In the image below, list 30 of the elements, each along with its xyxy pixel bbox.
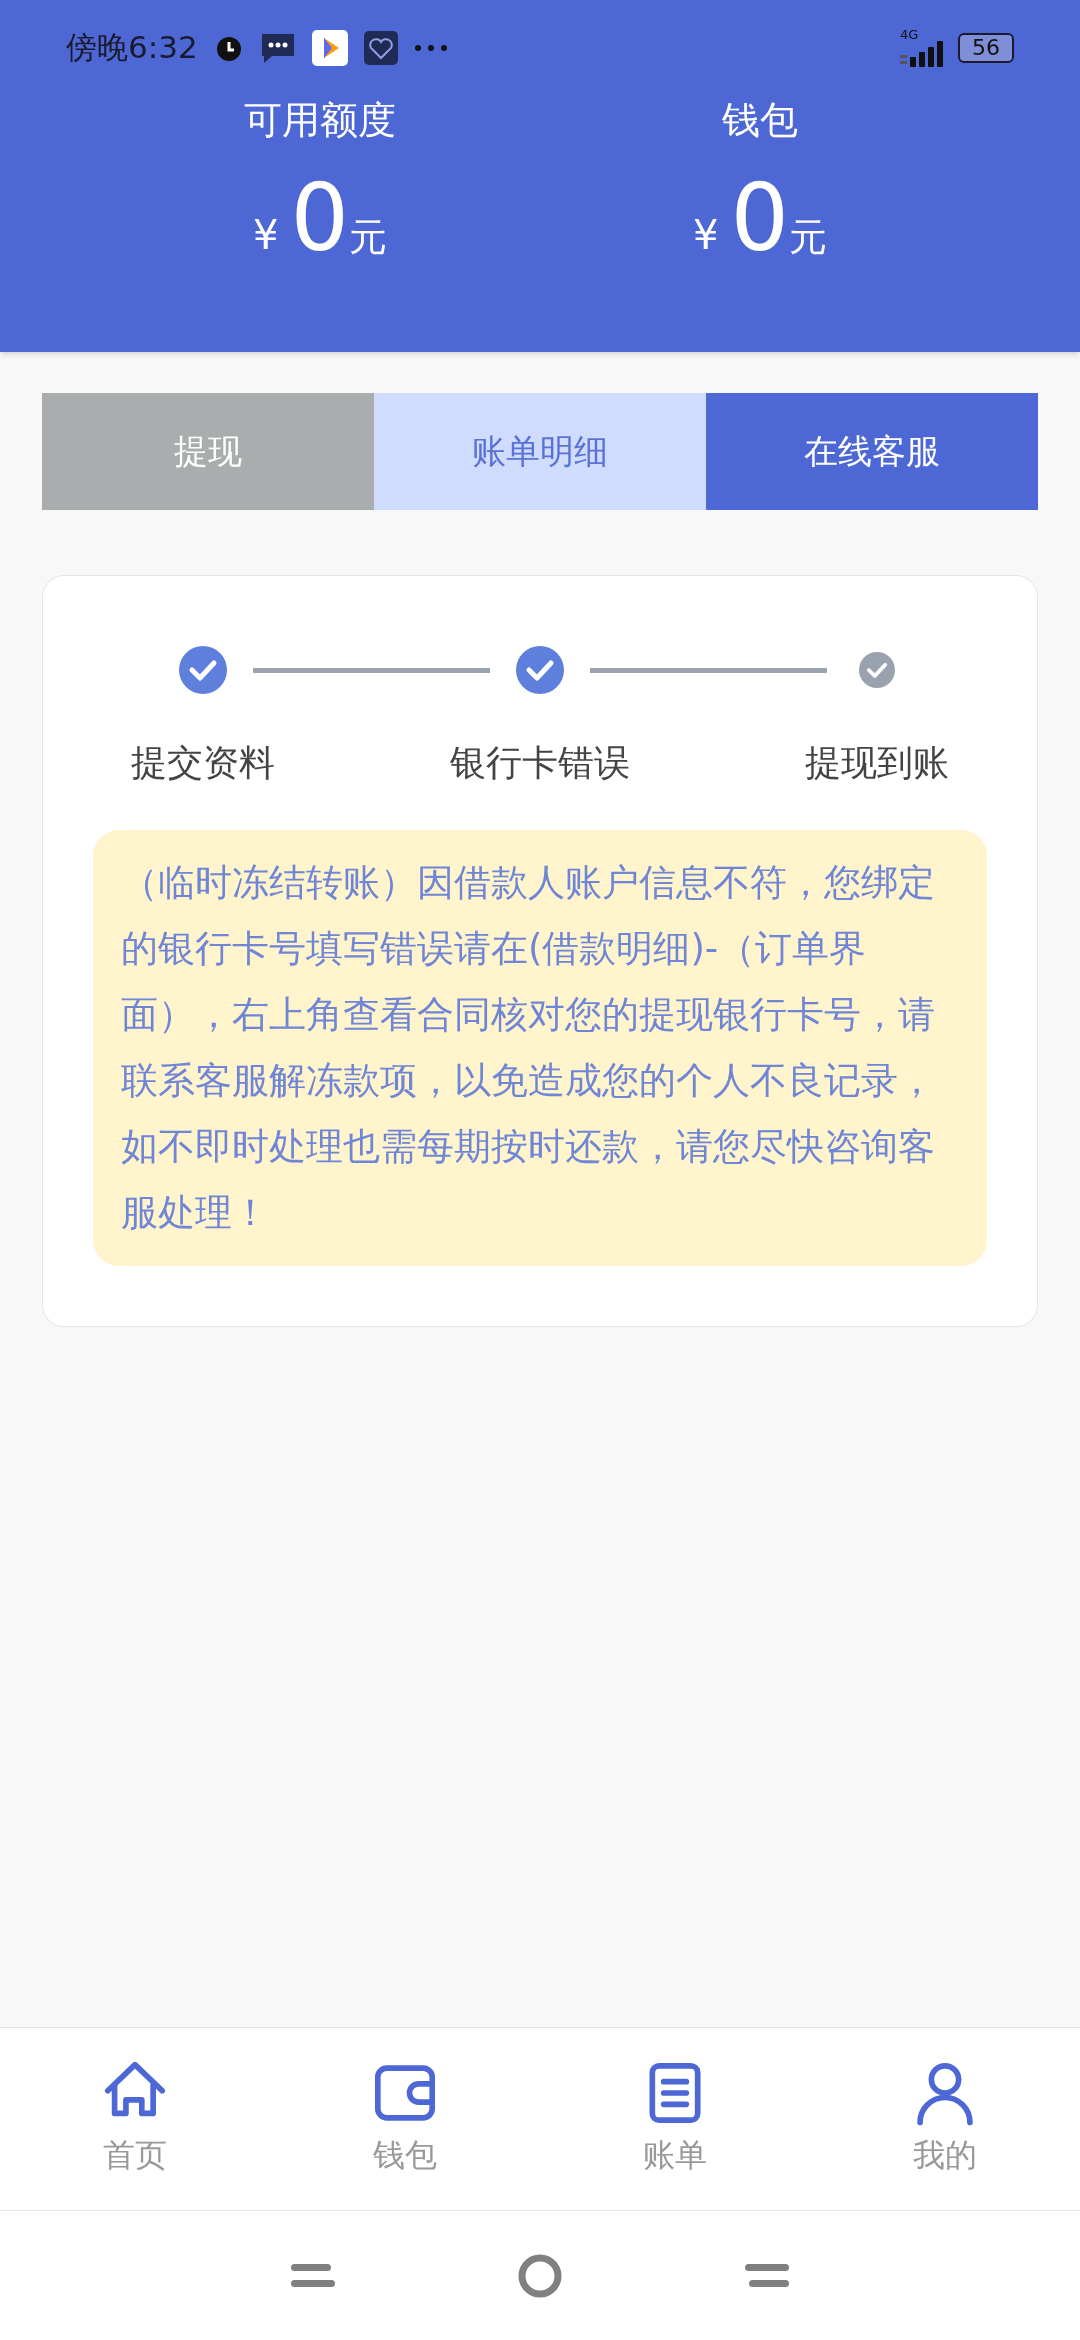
step-label: 银行卡错误 [450,741,630,785]
balance-label: 钱包 [722,97,798,144]
more-icon [413,43,448,52]
notice-text: （临时冻结转账）因借款人账户信息不符，您绑定的银行卡号填写错误请在(借款明细)-（订单界面），右上角查看合同核对您的提现银行卡号，请联系客服解冻款项，以免造成您的个人不良记录，如不即时处理也需每期按时还款，请您尽快咨询客服处理！ [93,830,987,1266]
currency-unit: 元 [789,214,827,261]
currency-symbol: ¥ [693,211,719,260]
battery-indicator: 56 [958,32,1014,63]
balance-amount: 0 [730,173,789,265]
action-button[interactable]: 提现 [42,393,374,510]
heart-app-icon [363,30,398,65]
home-button-icon[interactable] [518,2253,562,2298]
step-label: 提交资料 [131,741,275,785]
currency-unit: 元 [349,214,387,261]
nav-item[interactable]: 首页 [0,2028,270,2210]
balance-label: 可用额度 [244,97,396,144]
message-icon [259,31,296,64]
signal-icon [900,41,946,67]
action-button[interactable]: 账单明细 [374,393,706,510]
status-time: 傍晚6:32 [66,28,198,68]
play-app-icon [311,29,348,66]
nav-item[interactable]: 账单 [540,2028,810,2210]
network-label: 4G [900,28,919,41]
action-button[interactable]: 在线客服 [706,393,1038,510]
step-label: 提现到账 [805,741,949,785]
recent-apps-icon[interactable] [291,2263,336,2288]
nav-item[interactable]: 钱包 [270,2028,540,2210]
balance-amount: 0 [290,173,349,265]
currency-symbol: ¥ [253,211,279,260]
nav-item[interactable]: 我的 [810,2028,1080,2210]
back-icon[interactable] [744,2263,789,2288]
